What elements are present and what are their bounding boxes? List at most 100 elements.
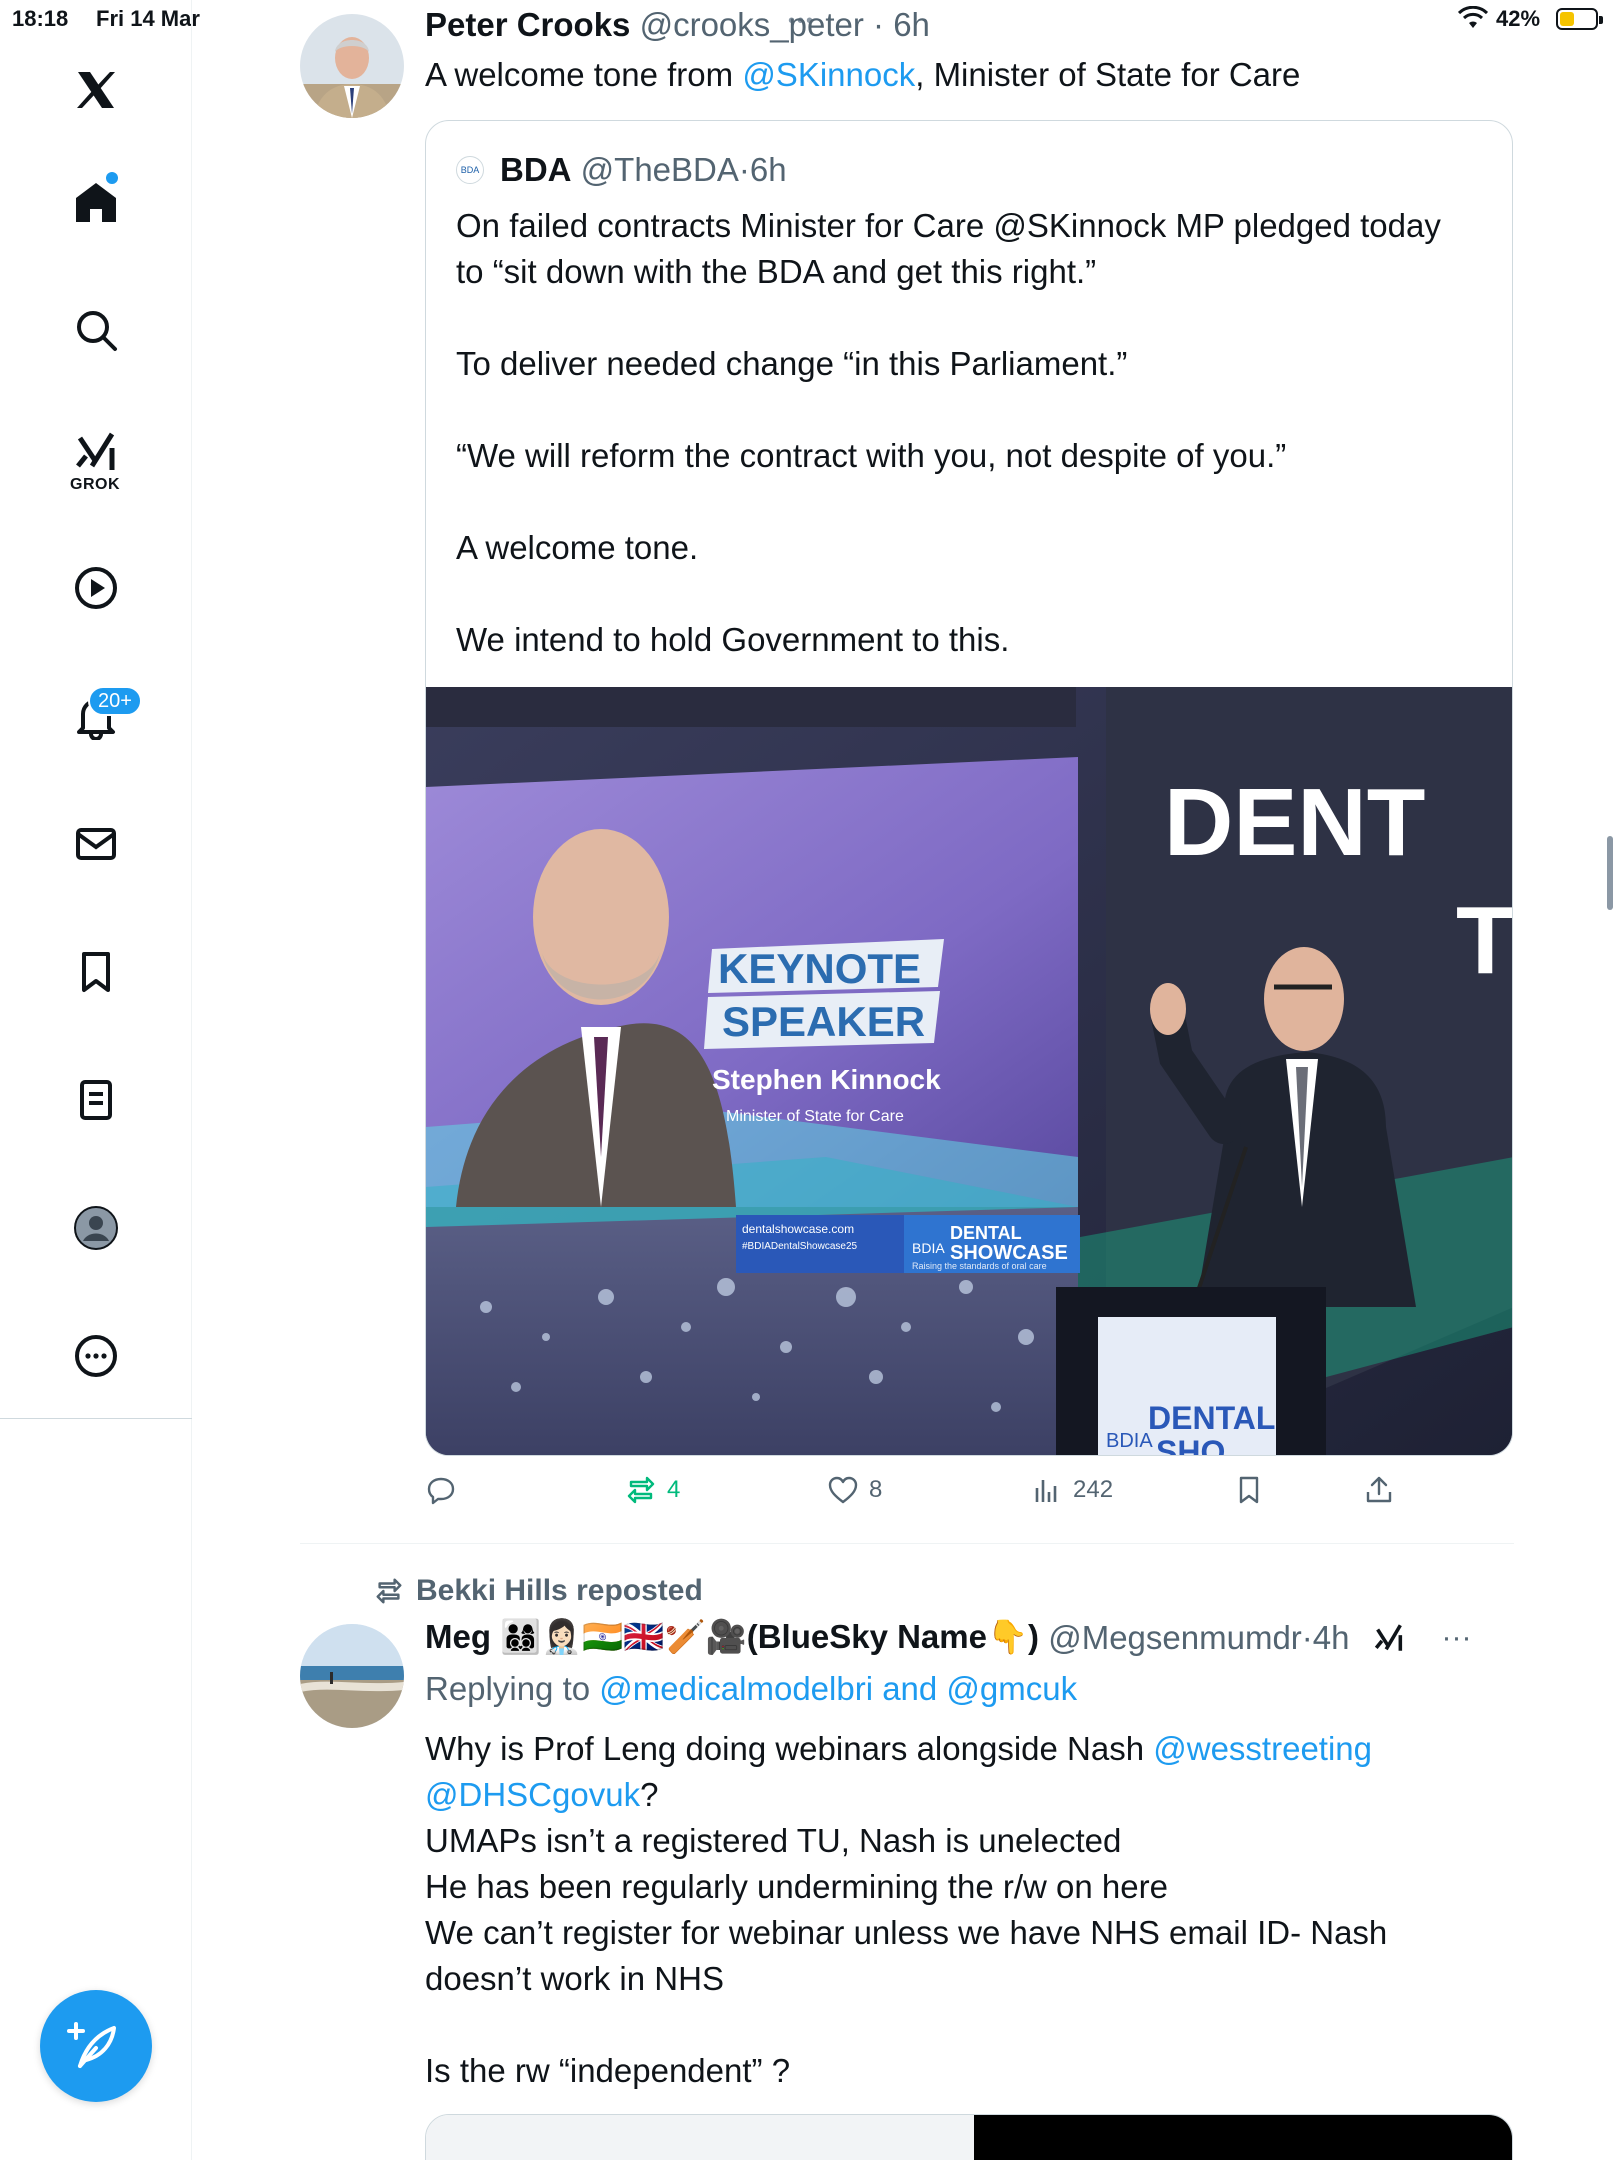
list-icon[interactable] [66, 1070, 126, 1130]
tweet-action-bar: 4 8 242 [425, 1474, 1425, 1514]
tweet-text-before: A welcome tone from [425, 56, 743, 93]
author-handle[interactable]: @crooks_peter [640, 6, 864, 43]
quote-line: We intend to hold Government to this. [456, 621, 1010, 658]
share-icon [1366, 1476, 1392, 1503]
photo-brand-small: BDIA [912, 1240, 945, 1256]
speaker-name: Stephen Kinnock [712, 1064, 941, 1095]
photo-brand-tagline: Raising the standards of oral care [912, 1261, 1047, 1271]
photo-hashtag: #BDIADentalShowcase25 [742, 1241, 858, 1252]
mention-link[interactable]: @DHSCgovuk [425, 1776, 640, 1813]
tweet-line: doesn’t work in NHS [425, 1960, 724, 1997]
quote-line: to “sit down with the BDA and get this r… [456, 253, 1097, 290]
quoted-tweet[interactable]: BDA BDA @TheBDA · 6h On failed contracts… [425, 120, 1513, 1456]
tweet-line: He has been regularly undermining the r/… [425, 1868, 1168, 1905]
more-icon[interactable] [66, 1326, 126, 1386]
reply-button[interactable] [425, 1474, 467, 1506]
grok-label: GROK [70, 476, 120, 493]
quote-line: On failed contracts Minister for Care @S… [456, 207, 1441, 244]
mail-icon[interactable] [66, 814, 126, 874]
quote-body: On failed contracts Minister for Care @S… [456, 203, 1486, 663]
sidebar-divider [0, 1418, 192, 1419]
tweet-line: Why is Prof Leng doing webinars alongsid… [425, 1726, 1425, 1772]
tweet-line: @DHSCgovuk? [425, 1772, 1425, 1818]
quote-author-handle[interactable]: @TheBDA [581, 151, 739, 189]
mention-link[interactable]: @wesstreeting [1153, 1730, 1372, 1767]
separator-dot: · [863, 6, 894, 43]
media-left[interactable] [426, 2115, 974, 2160]
repost-context[interactable]: Bekki Hills reposted [374, 1574, 703, 1608]
compose-icon [67, 2022, 116, 2068]
quote-author-name[interactable]: BDA [500, 151, 572, 189]
heart-icon [828, 1476, 858, 1504]
quote-line [456, 479, 1486, 525]
x-logo-icon[interactable] [66, 60, 126, 120]
tweet-line: UMAPs isn’t a registered TU, Nash is une… [425, 1822, 1122, 1859]
quote-header: BDA BDA @TheBDA · 6h [456, 151, 787, 189]
like-button[interactable]: 8 [827, 1474, 882, 1506]
author-handle[interactable]: @Megsenmumdr [1048, 1619, 1302, 1657]
keynote-line-2: SPEAKER [722, 998, 925, 1045]
repost-button[interactable]: 4 [625, 1474, 680, 1506]
tweet-text: Why is Prof Leng doing webinars alongsid… [425, 1726, 1425, 2094]
scrollbar-thumb[interactable] [1607, 836, 1613, 910]
battery-percent: 42% [1496, 6, 1541, 31]
tweet-time[interactable]: 6h [893, 6, 930, 43]
bookmark-icon [1239, 1476, 1259, 1504]
quote-line: A welcome tone. [456, 529, 699, 566]
quote-time: 6h [749, 151, 787, 188]
avatar[interactable] [300, 1624, 404, 1728]
photo-website: dentalshowcase.com [742, 1222, 854, 1236]
quote-line [456, 295, 1486, 341]
search-icon[interactable] [66, 300, 126, 360]
tweet-text: A welcome tone from @SKinnock, Minister … [425, 56, 1300, 94]
reply-icon [427, 1477, 455, 1505]
avatar[interactable] [300, 14, 404, 118]
tweet-line-text: Why is Prof Leng doing webinars alongsid… [425, 1730, 1154, 1767]
quote-line [456, 571, 1486, 617]
tweet-text-after: , Minister of State for Care [915, 56, 1301, 93]
podium-brand: BDIA [1106, 1430, 1153, 1452]
compose-button[interactable] [40, 1990, 152, 2102]
sidebar: GROK 20+ [0, 0, 192, 2160]
grok-icon[interactable] [1372, 1621, 1406, 1655]
keynote-photo: KEYNOTE SPEAKER Stephen Kinnock Minister… [426, 687, 1512, 1456]
repost-icon [627, 1476, 655, 1504]
views-icon [1035, 1480, 1057, 1502]
separator-dot: · [738, 151, 750, 188]
repost-count: 4 [667, 1476, 681, 1503]
separator-dot: · [1301, 1618, 1313, 1656]
podium-dental: DENTAL [1148, 1400, 1275, 1436]
wifi-icon [1458, 6, 1488, 28]
home-unread-dot [106, 172, 118, 184]
tweet-line-text: ? [640, 1776, 659, 1813]
podium-showcase: SHO [1156, 1434, 1225, 1456]
tweet-media[interactable] [425, 2114, 1513, 2160]
tweet-photo[interactable]: KEYNOTE SPEAKER Stephen Kinnock Minister… [426, 687, 1512, 1456]
author-name[interactable]: Peter Crooks [425, 6, 630, 43]
mention-link[interactable]: @SKinnock [742, 56, 915, 93]
like-count: 8 [869, 1476, 883, 1503]
bookmark-icon[interactable] [66, 942, 126, 1002]
tweet-time[interactable]: 4h [1313, 1619, 1350, 1657]
more-options-icon[interactable]: ··· [1442, 1621, 1472, 1655]
battery-icon [1556, 8, 1603, 30]
reply-prefix: Replying to [425, 1670, 600, 1707]
quote-line [456, 387, 1486, 433]
tweet-header: Peter Crooks @crooks_peter · 6h [425, 6, 930, 44]
bookmark-button[interactable] [1233, 1474, 1265, 1506]
replying-to: Replying to @medicalmodelbri and @gmcuk [425, 1670, 1077, 1708]
bda-avatar[interactable]: BDA [456, 156, 484, 184]
play-icon[interactable] [66, 558, 126, 618]
share-button[interactable] [1363, 1474, 1395, 1506]
reply-to-links[interactable]: @medicalmodelbri and @gmcuk [599, 1670, 1077, 1707]
author-name[interactable]: Meg 👨‍👩‍👦‍👦👩🏻‍⚕️🇮🇳🇬🇧🏏🎥(BlueSky Name👇) [425, 1618, 1039, 1657]
repost-icon [376, 1578, 402, 1604]
photo-brand-dental: DENTAL [950, 1223, 1022, 1243]
views-button[interactable]: 242 [1031, 1474, 1113, 1506]
reposted-by: Bekki Hills reposted [416, 1574, 703, 1607]
grok-icon[interactable] [66, 422, 126, 482]
tweet-divider [300, 1543, 1514, 1544]
profile-icon[interactable] [66, 1198, 126, 1258]
quote-line: To deliver needed change “in this Parlia… [456, 345, 1128, 382]
media-right[interactable] [974, 2115, 1512, 2160]
